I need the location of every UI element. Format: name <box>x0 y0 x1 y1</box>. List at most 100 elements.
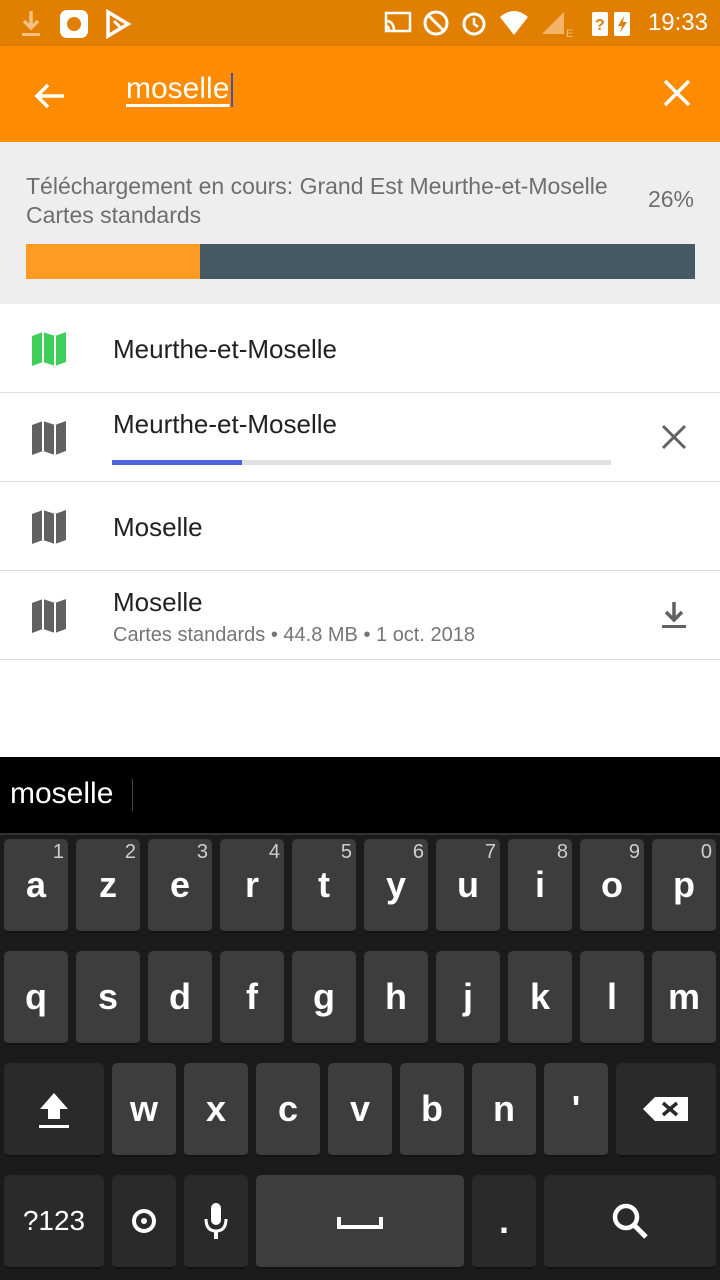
key-hint: 0 <box>700 841 712 863</box>
key-label: p <box>673 864 695 905</box>
list-item-title: Meurthe-et-Moselle <box>113 409 337 439</box>
key-label: j <box>462 976 473 1017</box>
key-label: a <box>25 864 47 905</box>
back-arrow-icon[interactable] <box>28 74 72 118</box>
shift-icon <box>39 1093 69 1128</box>
map-icon <box>32 421 66 455</box>
key-label: o <box>601 864 623 905</box>
key-n[interactable]: n <box>472 1063 536 1157</box>
list-item-subtitle: Cartes standards • 44.8 MB • 1 oct. 2018 <box>113 624 475 646</box>
key-t[interactable]: t5 <box>292 839 356 933</box>
key-f[interactable]: f <box>220 951 284 1045</box>
svg-text:E: E <box>566 28 573 38</box>
key-hint: 9 <box>628 841 640 863</box>
voice-input-key[interactable] <box>184 1175 248 1269</box>
search-input[interactable]: moselle <box>126 72 234 108</box>
key-label: b <box>421 1088 443 1129</box>
download-status-text: Téléchargement en cours: Grand Est Meurt… <box>26 173 608 228</box>
key-label: q <box>25 976 47 1017</box>
key-hint: 3 <box>196 841 208 863</box>
key-label: t <box>318 864 330 905</box>
download-icon <box>22 11 40 36</box>
list-item-title: Moselle <box>113 512 203 542</box>
search-icon <box>612 1203 648 1239</box>
list-item-available[interactable]: Moselle Cartes standards • 44.8 MB • 1 o… <box>0 571 720 660</box>
search-key[interactable] <box>544 1175 716 1269</box>
key-label: x <box>205 1088 227 1129</box>
download-status-panel: Téléchargement en cours: Grand Est Meurt… <box>0 142 720 304</box>
key-o[interactable]: o9 <box>580 839 644 933</box>
key-x[interactable]: x <box>184 1063 248 1157</box>
space-key[interactable] <box>256 1175 464 1269</box>
key-hint: 7 <box>484 841 496 863</box>
key-m[interactable]: m <box>652 951 716 1045</box>
key-label: r <box>244 864 259 905</box>
key-h[interactable]: h <box>364 951 428 1045</box>
alarm-icon <box>462 12 486 36</box>
key-hint: 6 <box>412 841 424 863</box>
key-hint: 4 <box>268 841 280 863</box>
key-hint: 5 <box>340 841 352 863</box>
key-label: g <box>313 976 335 1017</box>
status-time: 19:33 <box>647 9 708 36</box>
symbols-key[interactable]: ?123 <box>4 1175 104 1269</box>
period-key[interactable]: . <box>472 1175 536 1269</box>
key-v[interactable]: v <box>328 1063 392 1157</box>
key-r[interactable]: r4 <box>220 839 284 933</box>
key-w[interactable]: w <box>112 1063 176 1157</box>
key-label: u <box>457 864 479 905</box>
key-label: d <box>169 976 191 1017</box>
key-label: h <box>385 976 407 1017</box>
key-c[interactable]: c <box>256 1063 320 1157</box>
key-i[interactable]: i8 <box>508 839 572 933</box>
suggestion-word[interactable]: moselle <box>10 777 113 811</box>
key-label: i <box>534 864 545 905</box>
key-hint: 8 <box>556 841 568 863</box>
battery-icon: ? <box>591 12 630 36</box>
play-store-icon <box>106 9 132 39</box>
key-a[interactable]: a1 <box>4 839 68 933</box>
period-key-label: . <box>498 1200 509 1241</box>
key-z[interactable]: z2 <box>76 839 140 933</box>
key-k[interactable]: k <box>508 951 572 1045</box>
key-b[interactable]: b <box>400 1063 464 1157</box>
suggestion-strip: moselle <box>0 757 720 835</box>
map-icon <box>32 510 66 544</box>
shift-key[interactable] <box>4 1063 104 1157</box>
suggestion-divider <box>132 779 133 811</box>
download-icon[interactable] <box>658 599 690 631</box>
key-label: m <box>667 976 700 1017</box>
cancel-download-icon[interactable] <box>658 421 690 453</box>
backspace-key[interactable] <box>616 1063 716 1157</box>
map-icon <box>32 332 66 366</box>
clear-search-icon[interactable] <box>660 76 694 110</box>
cast-icon <box>384 11 412 33</box>
key-label: v <box>349 1088 371 1129</box>
list-item-downloading[interactable]: Meurthe-et-Moselle <box>0 393 720 482</box>
settings-key[interactable] <box>112 1175 176 1269</box>
key-p[interactable]: p0 <box>652 839 716 933</box>
gear-icon <box>132 1209 156 1233</box>
list-item-title: Moselle <box>113 587 203 617</box>
backspace-icon <box>643 1097 688 1121</box>
key-e[interactable]: e3 <box>148 839 212 933</box>
app-icon <box>60 10 88 38</box>
key-q[interactable]: q <box>4 951 68 1045</box>
key-label: c <box>277 1088 299 1129</box>
key-y[interactable]: y6 <box>364 839 428 933</box>
key-j[interactable]: j <box>436 951 500 1045</box>
list-item[interactable]: Moselle <box>0 482 720 571</box>
key-label: ' <box>571 1088 581 1129</box>
text-caret <box>231 73 234 108</box>
key-apostrophe[interactable]: ' <box>544 1063 608 1157</box>
key-u[interactable]: u7 <box>436 839 500 933</box>
key-l[interactable]: l <box>580 951 644 1045</box>
key-d[interactable]: d <box>148 951 212 1045</box>
list-item-downloaded[interactable]: Meurthe-et-Moselle <box>0 304 720 393</box>
key-s[interactable]: s <box>76 951 140 1045</box>
key-label: s <box>97 976 119 1017</box>
results-list: Meurthe-et-Moselle Meurthe-et-Moselle Mo… <box>0 304 720 660</box>
key-hint: 2 <box>124 841 136 863</box>
key-label: k <box>529 976 551 1017</box>
key-g[interactable]: g <box>292 951 356 1045</box>
